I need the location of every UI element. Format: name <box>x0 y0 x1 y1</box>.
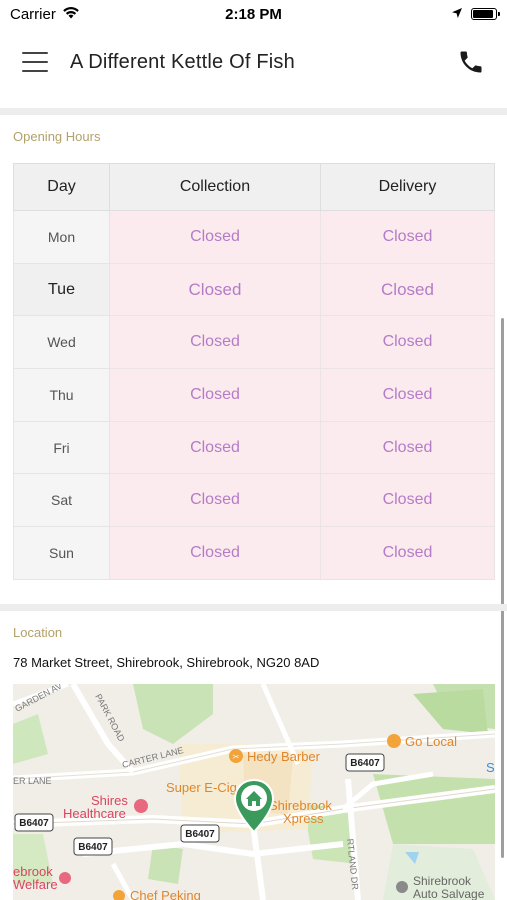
section-divider <box>0 604 507 611</box>
app-header: A Different Kettle Of Fish <box>0 30 507 94</box>
poi-super-e-cig[interactable]: Super E-Cig <box>166 780 237 795</box>
collection-cell: Closed <box>109 526 321 580</box>
delivery-cell: Closed <box>319 420 496 475</box>
opening-hours-title: Opening Hours <box>13 129 101 144</box>
delivery-cell: Closed <box>319 210 496 264</box>
collection-cell: Closed <box>109 368 321 422</box>
collection-cell: Closed <box>109 420 321 475</box>
day-cell: Sun <box>13 526 110 580</box>
battery-icon <box>471 8 500 20</box>
opening-hours-table: Day Collection Delivery Mon Closed Close… <box>13 163 496 580</box>
address-text: 78 Market Street, Shirebrook, Shirebrook… <box>13 655 320 670</box>
svg-text:✂: ✂ <box>233 753 240 762</box>
svg-text:Healthcare: Healthcare <box>63 806 126 821</box>
day-cell: Wed <box>13 315 110 370</box>
road-shield-b6407: B6407 <box>345 753 385 772</box>
table-row: Tue Closed Closed <box>13 262 496 317</box>
day-cell: Sat <box>13 473 110 528</box>
carrier-label: Carrier <box>10 5 56 23</box>
page-title: A Different Kettle Of Fish <box>70 50 295 73</box>
table-row: Sun Closed Closed <box>13 526 496 580</box>
table-row: Wed Closed Closed <box>13 315 496 370</box>
scrollbar[interactable] <box>501 318 504 858</box>
column-header-collection: Collection <box>109 163 321 211</box>
road-shield-b6407: B6407 <box>73 837 113 856</box>
column-header-delivery: Delivery <box>319 163 496 211</box>
poi-go-local[interactable]: Go Local <box>387 734 457 749</box>
collection-cell: Closed <box>109 210 321 264</box>
day-cell: Fri <box>13 420 110 475</box>
table-row: Sat Closed Closed <box>13 473 496 528</box>
battery-level <box>473 10 493 18</box>
table-row: Fri Closed Closed <box>13 420 496 475</box>
status-left: Carrier <box>10 6 80 23</box>
svg-text:B6407: B6407 <box>185 829 215 840</box>
table-row: Thu Closed Closed <box>13 368 496 422</box>
day-cell: Mon <box>13 210 110 264</box>
svg-text:Shirebrook: Shirebrook <box>413 874 472 888</box>
map-canvas[interactable]: GARDEN AV PARK ROAD CARTER LANE ER LANE … <box>13 684 495 900</box>
table-header-row: Day Collection Delivery <box>13 163 496 211</box>
road-shield-b6407: B6407 <box>180 824 220 843</box>
road-shield-b6407: B6407 <box>14 813 54 832</box>
svg-text:B6407: B6407 <box>350 758 380 769</box>
phone-icon[interactable] <box>457 48 485 76</box>
status-bar: Carrier 2:18 PM <box>0 0 507 28</box>
svg-text:Xpress: Xpress <box>283 811 324 826</box>
svg-text:Hedy Barber: Hedy Barber <box>247 749 321 764</box>
collection-cell: Closed <box>109 262 321 317</box>
svg-text:Welfare: Welfare <box>13 877 58 892</box>
delivery-cell: Closed <box>319 315 496 370</box>
svg-text:Go Local: Go Local <box>405 734 457 749</box>
svg-text:B6407: B6407 <box>19 818 49 829</box>
collection-cell: Closed <box>109 315 321 370</box>
collection-cell: Closed <box>109 473 321 528</box>
day-cell: Tue <box>13 262 110 317</box>
delivery-cell: Closed <box>319 526 496 580</box>
status-right <box>451 6 500 23</box>
header-divider <box>0 108 507 115</box>
svg-text:Super E-Cig: Super E-Cig <box>166 780 237 795</box>
location-map[interactable]: GARDEN AV PARK ROAD CARTER LANE ER LANE … <box>13 684 495 900</box>
location-title: Location <box>13 625 63 640</box>
wifi-icon <box>62 6 80 23</box>
svg-text:B6407: B6407 <box>78 842 108 853</box>
location-arrow-icon <box>451 6 463 23</box>
table-row: Mon Closed Closed <box>13 210 496 264</box>
column-header-day: Day <box>13 163 110 211</box>
map-label-er-lane: ER LANE <box>13 776 52 786</box>
delivery-cell: Closed <box>319 262 496 317</box>
map-label-edge: S <box>486 760 495 775</box>
day-cell: Thu <box>13 368 110 422</box>
delivery-cell: Closed <box>319 473 496 528</box>
delivery-cell: Closed <box>319 368 496 422</box>
hamburger-menu-icon[interactable] <box>22 52 48 72</box>
svg-text:Chef Peking: Chef Peking <box>130 888 201 900</box>
svg-text:Auto Salvage: Auto Salvage <box>413 887 485 900</box>
